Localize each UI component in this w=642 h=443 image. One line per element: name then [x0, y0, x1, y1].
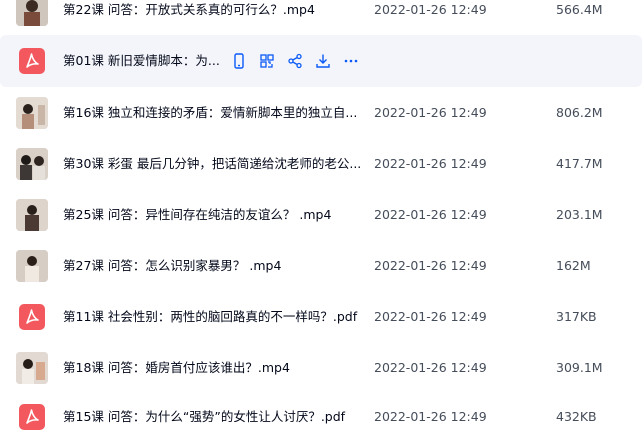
- file-name: 第11课 社会性别：两性的脑回路真的不一样吗？.pdf: [63, 309, 358, 324]
- file-name: 第18课 问答：婚房首付应该谁出？.mp4: [63, 360, 290, 375]
- file-date: 2022-01-26 12:49: [374, 309, 487, 324]
- file-date: 2022-01-26 12:49: [374, 360, 487, 375]
- file-size: 432KB: [556, 409, 597, 424]
- file-name: 第27课 问答：怎么识别家暴男？ .mp4: [63, 258, 282, 273]
- video-thumbnail: [16, 199, 48, 231]
- file-name: 第16课 独立和连接的矛盾：爱情新脚本里的独立自...: [63, 105, 358, 120]
- file-size: 203.1M: [556, 207, 603, 222]
- file-date: 2022-01-26 12:49: [374, 258, 487, 273]
- file-size: 417.7M: [556, 156, 603, 171]
- file-row[interactable]: 第11课 社会性别：两性的脑回路真的不一样吗？.pdf 2022-01-26 1…: [0, 291, 642, 343]
- share-icon[interactable]: [286, 52, 304, 70]
- pdf-file-icon: [16, 45, 48, 77]
- video-thumbnail: [16, 352, 48, 384]
- file-date: 2022-01-26 12:49: [374, 105, 487, 120]
- file-row[interactable]: 第15课 问答：为什么“强势”的女性让人讨厌？.pdf 2022-01-26 1…: [0, 391, 642, 443]
- file-size: 806.2M: [556, 105, 603, 120]
- pdf-file-icon: [16, 401, 48, 433]
- pdf-file-icon: [16, 301, 48, 333]
- file-name: 第30课 彩蛋 最后几分钟，把话简递给沈老师的老公...: [63, 156, 362, 171]
- file-row[interactable]: 第16课 独立和连接的矛盾：爱情新脚本里的独立自... 2022-01-26 1…: [0, 87, 642, 139]
- file-name: 第22课 问答：开放式关系真的可行么？.mp4: [63, 2, 315, 17]
- phone-icon[interactable]: [230, 52, 248, 70]
- file-row[interactable]: 第25课 问答：异性间存在纯洁的友谊么？ .mp4 2022-01-26 12:…: [0, 189, 642, 241]
- video-thumbnail: [16, 0, 48, 26]
- video-thumbnail: [16, 250, 48, 282]
- file-name: 第15课 问答：为什么“强势”的女性让人讨厌？.pdf: [63, 409, 346, 424]
- video-thumbnail: [16, 97, 48, 129]
- file-size: 566.4M: [556, 2, 603, 17]
- file-row[interactable]: 第18课 问答：婚房首付应该谁出？.mp4 2022-01-26 12:49 3…: [0, 342, 642, 394]
- file-size: 162M: [556, 258, 591, 273]
- file-list: 第22课 问答：开放式关系真的可行么？.mp4 2022-01-26 12:49…: [0, 0, 642, 430]
- file-date: 2022-01-26 12:49: [374, 2, 487, 17]
- file-row[interactable]: 第30课 彩蛋 最后几分钟，把话简递给沈老师的老公... 2022-01-26 …: [0, 138, 642, 190]
- download-icon[interactable]: [314, 52, 332, 70]
- scan-qr-icon[interactable]: [258, 52, 276, 70]
- video-thumbnail: [16, 148, 48, 180]
- file-name: 第25课 问答：异性间存在纯洁的友谊么？ .mp4: [63, 207, 332, 222]
- file-size: 317KB: [556, 309, 597, 324]
- file-date: 2022-01-26 12:49: [374, 156, 487, 171]
- file-row-hovered[interactable]: 第01课 新旧爱情脚本：为...: [0, 35, 642, 87]
- file-date: 2022-01-26 12:49: [374, 409, 487, 424]
- file-name: 第01课 新旧爱情脚本：为...: [63, 53, 220, 68]
- file-row[interactable]: 第22课 问答：开放式关系真的可行么？.mp4 2022-01-26 12:49…: [0, 0, 642, 36]
- file-date: 2022-01-26 12:49: [374, 207, 487, 222]
- more-icon[interactable]: [342, 52, 360, 70]
- file-size: 309.1M: [556, 360, 603, 375]
- file-row[interactable]: 第27课 问答：怎么识别家暴男？ .mp4 2022-01-26 12:49 1…: [0, 240, 642, 292]
